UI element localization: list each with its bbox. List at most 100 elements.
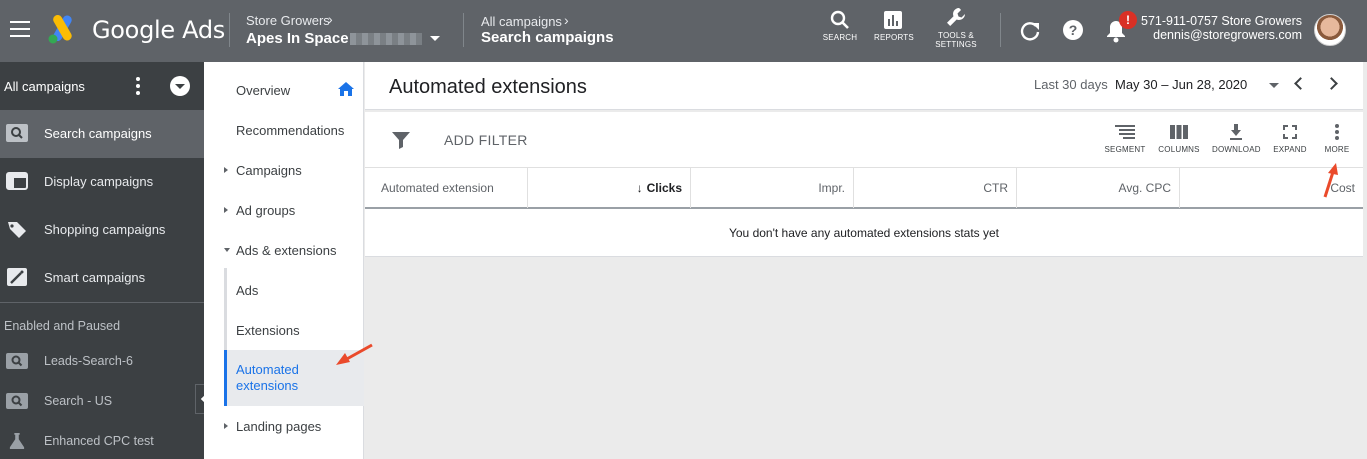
top-bar: Google Ads Store Growers › Apes In Space… <box>0 0 1367 62</box>
search-campaign-icon <box>6 393 28 409</box>
refresh-icon[interactable] <box>1019 20 1041 42</box>
sidebar-divider <box>0 302 204 303</box>
active-label-line1: Automated <box>236 362 299 377</box>
campaign-item-search-us[interactable]: Search - US <box>0 381 204 421</box>
tools-label-line2: SETTINGS <box>935 40 977 49</box>
google-ads-logo[interactable] <box>44 14 80 44</box>
home-icon <box>338 82 354 96</box>
chevron-right-icon: › <box>564 12 569 28</box>
campaign-breadcrumb[interactable]: All campaigns <box>481 14 562 29</box>
account-dropdown-icon[interactable] <box>430 36 440 41</box>
sidebar-item-label: Smart campaigns <box>44 270 146 285</box>
sidebar-item-display-campaigns[interactable]: Display campaigns <box>0 158 204 206</box>
page-menu-ads[interactable]: Ads <box>236 283 258 298</box>
campaign-item-enhanced-cpc-test[interactable]: Enhanced CPC test <box>0 421 204 459</box>
reports-tool-label: REPORTS <box>874 33 914 42</box>
redacted-account-id <box>350 33 422 45</box>
status-filter-label: Enabled and Paused <box>4 319 121 333</box>
page-menu-ads-extensions[interactable]: Ads & extensions <box>236 243 336 258</box>
active-label-line2: extensions <box>236 378 299 393</box>
page-header: Automated extensions Last 30 days May 30… <box>365 62 1363 110</box>
column-header-ctr[interactable]: CTR <box>854 168 1017 208</box>
empty-state-message: You don't have any automated extensions … <box>728 226 1000 240</box>
date-range-picker[interactable]: May 30 – Jun 28, 2020 <box>1115 77 1247 92</box>
previous-period-icon[interactable] <box>1294 77 1307 90</box>
download-button[interactable]: DOWNLOAD <box>1212 124 1261 154</box>
add-filter-button[interactable]: ADD FILTER <box>444 132 528 148</box>
campaign-item-label: Search - US <box>44 394 113 408</box>
search-tool-label: SEARCH <box>822 33 858 42</box>
account-name[interactable]: Apes In Space <box>246 30 349 47</box>
display-campaign-icon <box>6 172 28 190</box>
table-card: ADD FILTER SEGMENT COLUMNS DOWNLOAD EXPA… <box>365 112 1363 257</box>
campaign-item-label: Leads-Search-6 <box>44 354 133 368</box>
hamburger-menu-icon[interactable] <box>10 21 30 39</box>
reports-tool-button[interactable]: REPORTS <box>874 10 914 42</box>
segment-button[interactable]: SEGMENT <box>1104 124 1146 154</box>
date-dropdown-icon[interactable] <box>1269 83 1279 88</box>
column-header-clicks[interactable]: ↓ Clicks <box>528 168 691 208</box>
brand-name[interactable]: Google Ads <box>92 16 225 44</box>
campaign-item-leads-search-6[interactable]: Leads-Search-6 <box>0 341 204 381</box>
expand-arrow-icon[interactable] <box>224 423 228 429</box>
columns-button[interactable]: COLUMNS <box>1158 124 1200 154</box>
tools-settings-button[interactable]: TOOLS & SETTINGS <box>934 6 978 49</box>
page-menu-landing-pages[interactable]: Landing pages <box>236 419 321 434</box>
main-content: Automated extensions Last 30 days May 30… <box>365 62 1367 459</box>
columns-icon <box>1170 125 1188 139</box>
expand-button[interactable]: EXPAND <box>1271 124 1309 154</box>
more-vert-icon[interactable] <box>136 77 142 98</box>
collapse-arrow-icon[interactable] <box>224 248 230 252</box>
account-phone: 571-911-0757 Store Growers <box>1141 14 1302 28</box>
sidebar-item-search-campaigns[interactable]: Search campaigns <box>0 110 204 158</box>
next-period-icon[interactable] <box>1325 77 1338 90</box>
all-campaigns-link[interactable]: All campaigns <box>4 79 85 94</box>
search-tool-button[interactable]: SEARCH <box>822 10 858 42</box>
account-info[interactable]: 571-911-0757 Store Growers dennis@storeg… <box>1141 14 1302 42</box>
filter-icon[interactable] <box>391 131 411 149</box>
reports-icon <box>884 11 902 29</box>
wrench-icon <box>947 8 965 26</box>
divider <box>229 13 230 47</box>
sidebar-item-smart-campaigns[interactable]: Smart campaigns <box>0 254 204 302</box>
campaign-dropdown-icon[interactable] <box>170 76 190 96</box>
column-header-avg-cpc[interactable]: Avg. CPC <box>1017 168 1180 208</box>
clicks-header-label: Clicks <box>646 181 682 195</box>
page-menu-ad-groups[interactable]: Ad groups <box>236 203 295 218</box>
sidebar-item-label: Search campaigns <box>44 126 152 141</box>
more-button[interactable]: MORE <box>1321 124 1353 154</box>
search-campaign-icon <box>6 124 28 142</box>
page-menu-campaigns[interactable]: Campaigns <box>236 163 302 178</box>
page-title: Automated extensions <box>389 76 587 98</box>
expand-arrow-icon[interactable] <box>224 167 228 173</box>
help-icon[interactable]: ? <box>1062 19 1084 41</box>
account-email: dennis@storegrowers.com <box>1153 28 1302 42</box>
column-header-automated-extension[interactable]: Automated extension <box>365 168 528 208</box>
page-menu-automated-extensions[interactable]: Automated extensions <box>224 350 364 406</box>
segment-label: SEGMENT <box>1104 145 1146 154</box>
avatar[interactable] <box>1314 14 1346 46</box>
column-header-impr[interactable]: Impr. <box>691 168 854 208</box>
sidebar-item-shopping-campaigns[interactable]: Shopping campaigns <box>0 206 204 254</box>
campaign-sidebar: All campaigns Search campaigns Display c… <box>0 62 204 459</box>
shopping-tag-icon <box>8 222 26 238</box>
column-header-cost[interactable]: Cost <box>1180 168 1363 208</box>
page-menu-overview[interactable]: Overview <box>236 83 290 98</box>
sort-arrow-down-icon: ↓ <box>636 181 643 195</box>
notification-badge: ! <box>1119 11 1137 29</box>
expand-label: EXPAND <box>1273 145 1307 154</box>
campaign-name[interactable]: Search campaigns <box>481 29 614 46</box>
more-label: MORE <box>1324 145 1350 154</box>
chevron-right-icon: › <box>328 11 333 27</box>
columns-label: COLUMNS <box>1158 145 1200 154</box>
account-breadcrumb[interactable]: Store Growers <box>246 13 330 28</box>
experiment-flask-icon <box>9 433 25 449</box>
page-menu-extensions[interactable]: Extensions <box>236 323 300 338</box>
divider <box>1000 13 1001 47</box>
segment-icon <box>1115 125 1135 139</box>
tools-label-line1: TOOLS & <box>938 31 974 40</box>
expand-arrow-icon[interactable] <box>224 207 228 213</box>
page-menu-recommendations[interactable]: Recommendations <box>236 123 344 138</box>
campaign-item-label: Enhanced CPC test <box>44 434 154 448</box>
date-range-label: Last 30 days <box>1034 77 1108 92</box>
